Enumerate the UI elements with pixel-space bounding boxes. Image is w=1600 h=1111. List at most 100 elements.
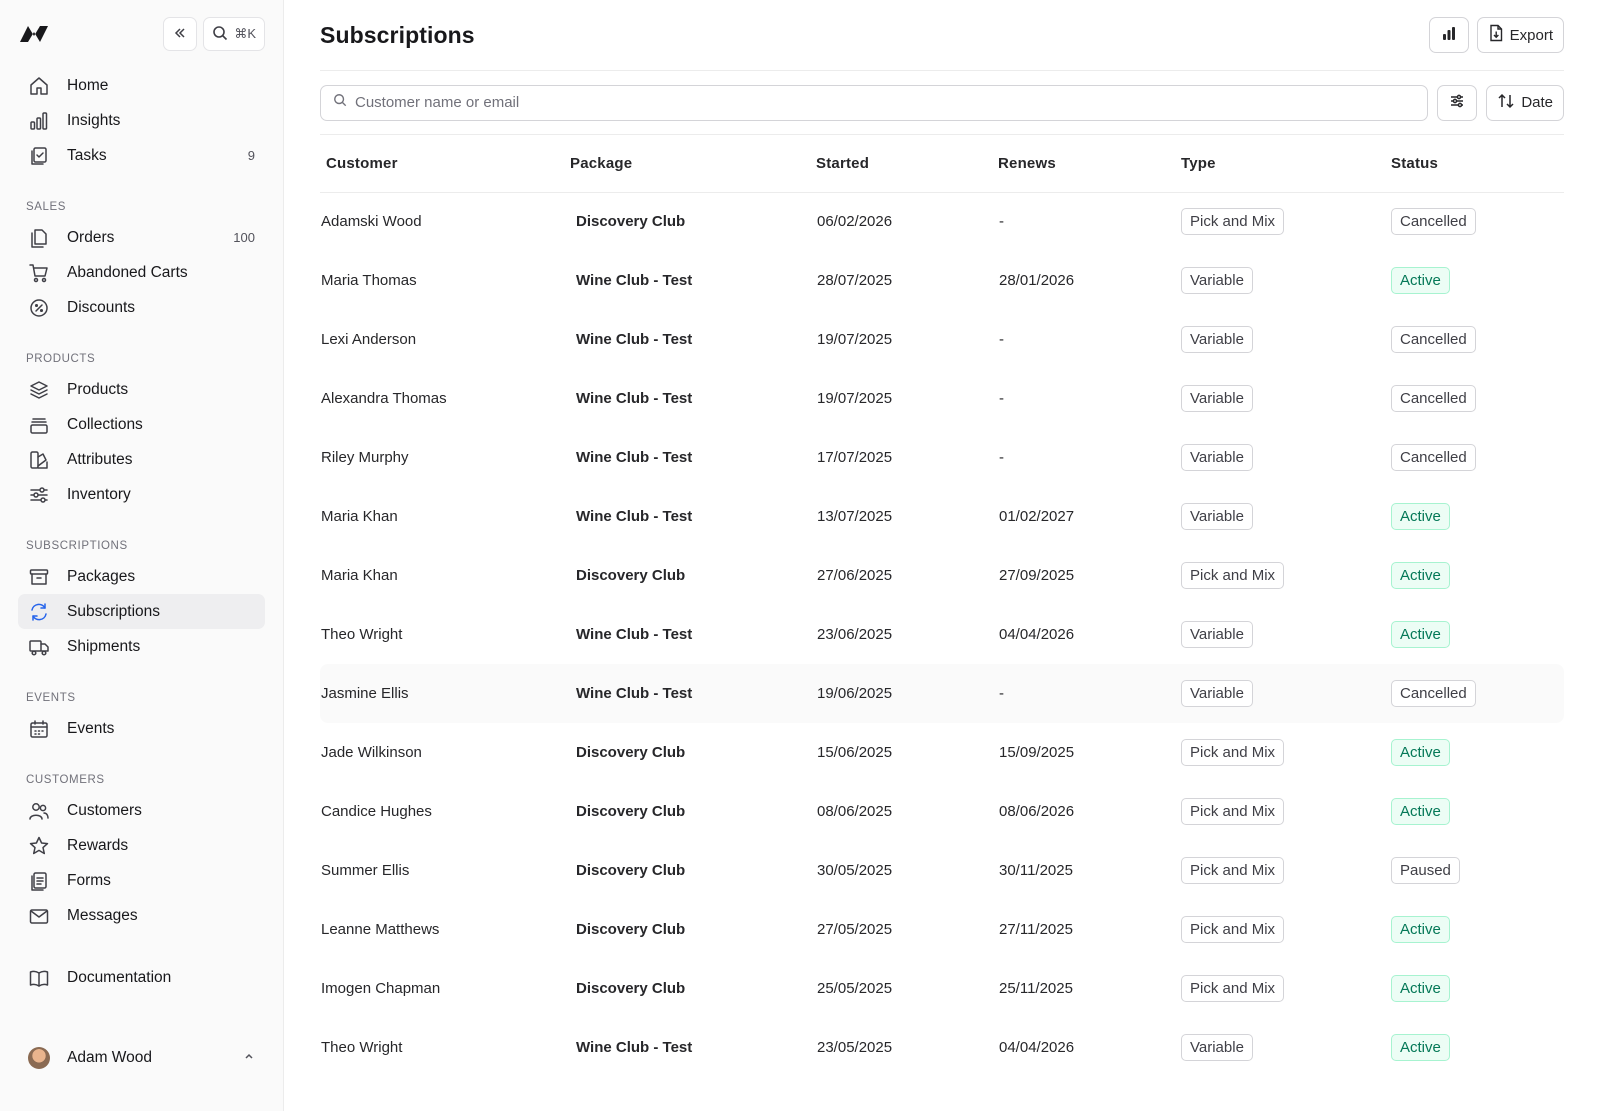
sidebar-item-forms[interactable]: Forms — [18, 863, 265, 898]
status-cell: Cancelled — [1391, 428, 1564, 487]
sidebar-item-abandoned-carts[interactable]: Abandoned Carts — [18, 255, 265, 290]
renews-cell: 28/01/2026 — [999, 272, 1075, 289]
brand-logo-icon[interactable] — [18, 19, 54, 49]
collapse-sidebar-button[interactable] — [163, 17, 198, 51]
sort-button[interactable]: Date — [1486, 84, 1564, 121]
package-cell: Wine Club - Test — [576, 626, 693, 643]
sidebar-item-label: Customers — [67, 801, 142, 819]
column-header-renews[interactable]: Renews — [998, 135, 1181, 193]
customer-cell: Imogen Chapman — [321, 980, 441, 997]
status-cell: Active — [1391, 782, 1564, 841]
type-badge: Pick and Mix — [1181, 798, 1285, 825]
table-row[interactable]: Imogen Chapman Discovery Club 25/05/2025 25… — [320, 959, 1564, 1018]
sidebar-item-subscriptions[interactable]: Subscriptions — [18, 594, 265, 629]
table-row[interactable]: Adamski Wood Discovery Club 06/02/2026 - Pic… — [320, 192, 1564, 251]
column-header-status[interactable]: Status — [1391, 135, 1564, 193]
status-cell: Active — [1391, 723, 1564, 782]
sidebar-item-packages[interactable]: Packages — [18, 559, 265, 594]
table-row[interactable]: Lexi Anderson Wine Club - Test 19/07/2025 -… — [320, 310, 1564, 369]
sidebar-item-label: Home — [67, 76, 109, 94]
export-button[interactable]: Export — [1476, 17, 1564, 53]
sidebar-item-messages[interactable]: Messages — [18, 898, 265, 933]
sidebar-item-label: Abandoned Carts — [67, 263, 188, 281]
table-row[interactable]: Theo Wright Wine Club - Test 23/06/2025 04/… — [320, 605, 1564, 664]
renews-cell: - — [998, 664, 1181, 723]
avatar — [28, 1047, 50, 1069]
column-header-package[interactable]: Package — [570, 135, 816, 193]
renews-cell: 04/04/2026 — [999, 626, 1075, 643]
customer-cell: Maria Thomas — [321, 272, 417, 289]
sidebar-item-attributes[interactable]: Attributes — [18, 442, 265, 477]
home-icon — [28, 75, 50, 97]
status-badge: Active — [1391, 916, 1450, 943]
chevrons-left-icon — [173, 26, 187, 43]
sidebar-section-title: EVENTS — [26, 692, 76, 704]
sidebar-item-documentation[interactable]: Documentation — [18, 960, 265, 995]
envelope-icon — [28, 905, 50, 927]
package-cell: Discovery Club — [576, 803, 686, 820]
table-row[interactable]: Summer Ellis Discovery Club 30/05/2025 30/1… — [320, 841, 1564, 900]
discount-icon — [28, 297, 50, 319]
table-row[interactable]: Maria Khan Discovery Club 27/06/2025 27/09/… — [320, 546, 1564, 605]
search-input[interactable] — [355, 94, 1416, 111]
sidebar-item-count: 100 — [233, 230, 255, 245]
truck-icon — [28, 636, 50, 658]
page-title: Subscriptions — [320, 21, 475, 48]
table-row[interactable]: Alexandra Thomas Wine Club - Test 19/07/20… — [320, 369, 1564, 428]
sidebar-item-discounts[interactable]: Discounts — [18, 290, 265, 325]
sidebar-section-title: CUSTOMERS — [26, 774, 105, 786]
type-cell: Pick and Mix — [1181, 900, 1391, 959]
status-cell: Active — [1391, 546, 1564, 605]
table-row[interactable]: Jade Wilkinson Discovery Club 15/06/2025 15… — [320, 723, 1564, 782]
sidebar-item-tasks[interactable]: Tasks 9 — [18, 138, 265, 173]
sidebar-item-insights[interactable]: Insights — [18, 103, 265, 138]
table-row[interactable]: Theo Wright Wine Club - Test 23/05/2025 04/… — [320, 1018, 1564, 1077]
insights-button[interactable] — [1428, 17, 1469, 53]
sidebar-item-products[interactable]: Products — [18, 372, 265, 407]
sidebar-item-inventory[interactable]: Inventory — [18, 477, 265, 512]
sidebar-item-label: Attributes — [67, 450, 133, 468]
renews-cell: 30/11/2025 — [999, 862, 1073, 879]
search-button[interactable]: ⌘K — [203, 17, 265, 51]
table-row[interactable]: Jasmine Ellis Wine Club - Test 19/06/2025-… — [320, 664, 1564, 723]
sidebar-item-label: Rewards — [67, 836, 129, 854]
clipboard-check-icon — [28, 145, 50, 167]
table-row[interactable]: Leanne Matthews Discovery Club 27/05/2025 2… — [320, 900, 1564, 959]
sidebar-item-collections[interactable]: Collections — [18, 407, 265, 442]
type-cell: Variable — [1181, 1018, 1391, 1077]
sidebar-item-home[interactable]: Home — [18, 68, 265, 103]
sidebar-item-label: Discounts — [67, 298, 136, 316]
status-badge: Cancelled — [1391, 680, 1476, 707]
started-cell: 23/06/2025 — [817, 626, 893, 643]
status-cell: Active — [1391, 251, 1564, 310]
search-icon — [333, 93, 347, 112]
started-cell: 06/02/2026 — [817, 213, 893, 231]
table-row[interactable]: Riley Murphy Wine Club - Test 17/07/2025 - V… — [320, 428, 1564, 487]
sidebar-item-orders[interactable]: Orders 100 — [18, 220, 265, 255]
table-row[interactable]: Maria Khan Wine Club - Test 13/07/2025 01/0… — [320, 487, 1564, 546]
sidebar-item-label: Orders — [67, 228, 115, 246]
sidebar-item-rewards[interactable]: Rewards — [18, 828, 265, 863]
sidebar-nav: Home Insights Tasks 9 SALES Orders 100 Abandone… — [18, 68, 265, 995]
type-cell: Pick and Mix — [1181, 782, 1391, 841]
type-badge: Variable — [1181, 385, 1253, 412]
cart-icon — [28, 262, 50, 284]
column-header-customer[interactable]: Customer — [320, 135, 570, 193]
table-toolbar: Date — [320, 71, 1564, 135]
column-header-started[interactable]: Started — [816, 135, 998, 193]
table-row[interactable]: Candice Hughes Discovery Club 08/06/2025 08… — [320, 782, 1564, 841]
sidebar-item-shipments[interactable]: Shipments — [18, 629, 265, 664]
sidebar-item-customers[interactable]: Customers — [18, 793, 265, 828]
type-badge: Pick and Mix — [1181, 208, 1285, 236]
table-row[interactable]: Maria Thomas Wine Club - Test 28/07/2025 28… — [320, 251, 1564, 310]
refresh-icon — [28, 601, 50, 623]
status-badge: Active — [1391, 267, 1450, 294]
app: ⌘K Home Insights Tasks 9 SALES Orders 100 Aband… — [0, 0, 1600, 1111]
user-menu[interactable]: Adam Wood — [18, 1038, 265, 1078]
status-cell: Cancelled — [1391, 310, 1564, 369]
column-header-type[interactable]: Type — [1181, 135, 1391, 193]
sidebar-item-events[interactable]: Events — [18, 711, 265, 746]
filter-button[interactable] — [1437, 84, 1478, 121]
type-cell: Pick and Mix — [1181, 723, 1391, 782]
sidebar-item-label: Packages — [67, 567, 136, 585]
